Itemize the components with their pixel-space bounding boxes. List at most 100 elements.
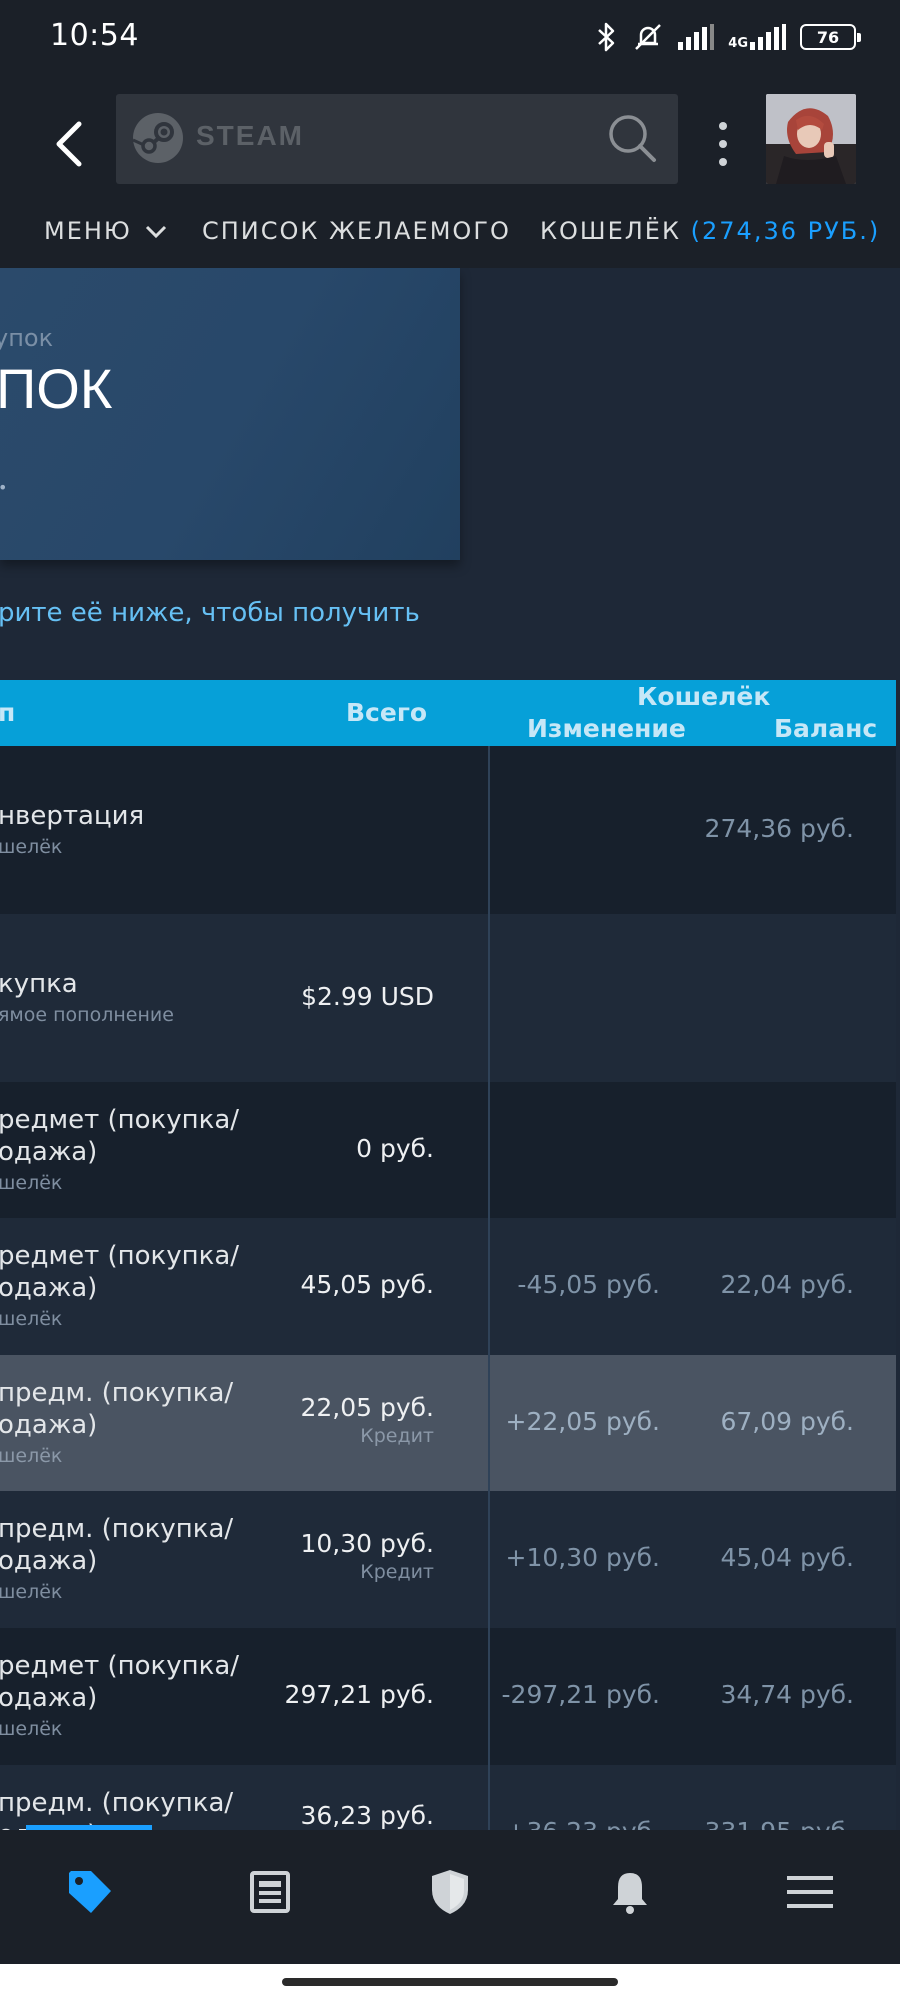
hamburger-menu-icon [787, 1876, 833, 1908]
row-type: предм. (покупка/ одажа) [0, 1514, 234, 1576]
news-icon [250, 1871, 290, 1913]
chevron-left-icon [56, 121, 82, 167]
signal-icon [678, 24, 715, 50]
row-balance: 45,04 руб. [720, 1543, 854, 1572]
row-type: редмет (покупка/ одажа) [0, 1651, 240, 1713]
network-label: 4G [728, 36, 748, 51]
page-hero: упок ПОК • [0, 268, 460, 560]
th-change: Изменение [527, 714, 686, 743]
row-sub: шелёк [0, 836, 63, 858]
row-type: купка [0, 969, 78, 999]
page-title: ПОК [0, 357, 113, 420]
th-total: Всего [346, 698, 428, 727]
nav-wallet-label: КОШЕЛЁК [540, 217, 682, 245]
row-balance: 274,36 руб. [704, 814, 854, 843]
signal-icon-2 [750, 24, 786, 50]
back-button[interactable] [40, 104, 96, 184]
row-sub: шелёк [0, 1308, 63, 1330]
row-balance: 22,04 руб. [720, 1270, 854, 1299]
row-total: 297,21 руб. [284, 1680, 434, 1709]
column-divider [488, 1082, 490, 1218]
row-type: предм. (покупка/ одажа) [0, 1788, 234, 1830]
nav-menu[interactable]: МЕНЮ [44, 206, 167, 256]
muted-bell-icon [635, 24, 662, 50]
th-wallet: Кошелёк [637, 682, 771, 711]
battery-level: 76 [816, 27, 840, 47]
row-type: редмет (покупка/ одажа) [0, 1105, 240, 1167]
row-balance: 331,95 руб. [705, 1817, 854, 1830]
table-header: п Всего Кошелёк Изменение Баланс [0, 680, 900, 746]
row-balance: 67,09 руб. [720, 1407, 854, 1436]
column-divider [488, 1628, 490, 1765]
table-row[interactable]: нвертация шелёк 274,36 руб. [0, 746, 896, 914]
chevron-down-icon [146, 225, 167, 239]
row-balance: 34,74 руб. [720, 1680, 854, 1709]
table-row[interactable]: редмет (покупка/ одажа) шелёк 0 руб. [0, 1082, 896, 1218]
table-row[interactable]: купка ямое пополнение $2.99 USD [0, 914, 896, 1082]
purchase-history-content: упок ПОК • рите её ниже, чтобы получить … [0, 268, 900, 1830]
row-total: $2.99 USD [301, 982, 434, 1011]
nav-notifications[interactable] [598, 1860, 662, 1924]
notice-link[interactable]: рите её ниже, чтобы получить [0, 598, 420, 628]
app-header: STEAM МЕНЮ СПИСОК ЖЕЛАЕМОГО КОШЕЛЁК (274… [0, 74, 900, 268]
header-edge [896, 680, 900, 746]
column-divider [488, 1218, 490, 1355]
steam-logo-icon [132, 113, 183, 163]
row-change: -297,21 руб. [501, 1680, 660, 1709]
user-avatar[interactable] [766, 94, 856, 184]
status-bar: 10:54 4G 76 [0, 0, 900, 74]
avatar-image [766, 94, 856, 184]
column-divider [488, 1491, 490, 1628]
home-gesture-bar[interactable] [282, 1978, 618, 1986]
nav-wishlist-label: СПИСОК ЖЕЛАЕМОГО [202, 217, 511, 245]
row-total: 22,05 руб. [300, 1393, 434, 1422]
row-total: 0 руб. [356, 1134, 434, 1163]
status-time: 10:54 [50, 18, 139, 53]
search-icon[interactable] [604, 110, 660, 166]
row-total: 45,05 руб. [300, 1270, 434, 1299]
row-change: +22,05 руб. [505, 1407, 661, 1436]
row-total: 10,30 руб. [300, 1529, 434, 1558]
table-row[interactable]: предм. (покупка/ одажа) шелёк 10,30 руб.… [0, 1491, 896, 1628]
row-total-sub: Кредит [360, 1561, 434, 1583]
steam-wordmark: STEAM [196, 120, 304, 151]
nav-menu-main[interactable] [778, 1860, 842, 1924]
row-sub: шелёк [0, 1445, 63, 1467]
table-row[interactable]: редмет (покупка/ одажа) шелёк 297,21 руб… [0, 1628, 896, 1765]
search-bar[interactable]: STEAM [116, 94, 678, 184]
th-type: п [0, 698, 16, 727]
row-type: предм. (покупка/ одажа) [0, 1378, 234, 1440]
row-total: 36,23 руб. [300, 1801, 434, 1830]
bell-icon [613, 1873, 647, 1914]
th-balance: Баланс [774, 714, 878, 743]
breadcrumb[interactable]: упок [0, 324, 53, 352]
nav-wallet[interactable]: КОШЕЛЁК (274,36 РУБ.) [540, 206, 880, 256]
column-divider [488, 746, 490, 914]
nav-store[interactable] [58, 1860, 122, 1924]
kebab-menu-icon[interactable] [708, 114, 738, 174]
table-row[interactable]: редмет (покупка/ одажа) шелёк 45,05 руб.… [0, 1218, 896, 1355]
nav-wishlist[interactable]: СПИСОК ЖЕЛАЕМОГО [202, 206, 511, 256]
column-divider [488, 914, 490, 1082]
nav-menu-label: МЕНЮ [44, 217, 132, 245]
row-type: редмет (покупка/ одажа) [0, 1241, 240, 1303]
row-total-sub: Кредит [360, 1425, 434, 1447]
table-row[interactable]: предм. (покупка/ одажа) 36,23 руб. +36,2… [0, 1765, 896, 1830]
row-sub: шелёк [0, 1718, 63, 1740]
nav-news[interactable] [238, 1860, 302, 1924]
battery-indicator: 76 [800, 24, 861, 50]
column-divider [488, 1355, 490, 1491]
store-tag-icon [69, 1871, 111, 1913]
network-type: 4G [728, 24, 786, 50]
status-icons: 4G 76 [596, 20, 861, 54]
row-sub: шелёк [0, 1172, 63, 1194]
row-sub: ямое пополнение [0, 1004, 174, 1026]
table-row-highlighted[interactable]: предм. (покупка/ одажа) шелёк 22,05 руб.… [0, 1355, 896, 1491]
hero-bullet: • [0, 478, 7, 497]
row-change: +36,23 руб. [506, 1817, 661, 1830]
guard-shield-icon [432, 1870, 468, 1914]
nav-guard[interactable] [418, 1860, 482, 1924]
row-type: нвертация [0, 801, 145, 831]
bottom-nav [0, 1830, 900, 1964]
row-sub: шелёк [0, 1581, 63, 1603]
